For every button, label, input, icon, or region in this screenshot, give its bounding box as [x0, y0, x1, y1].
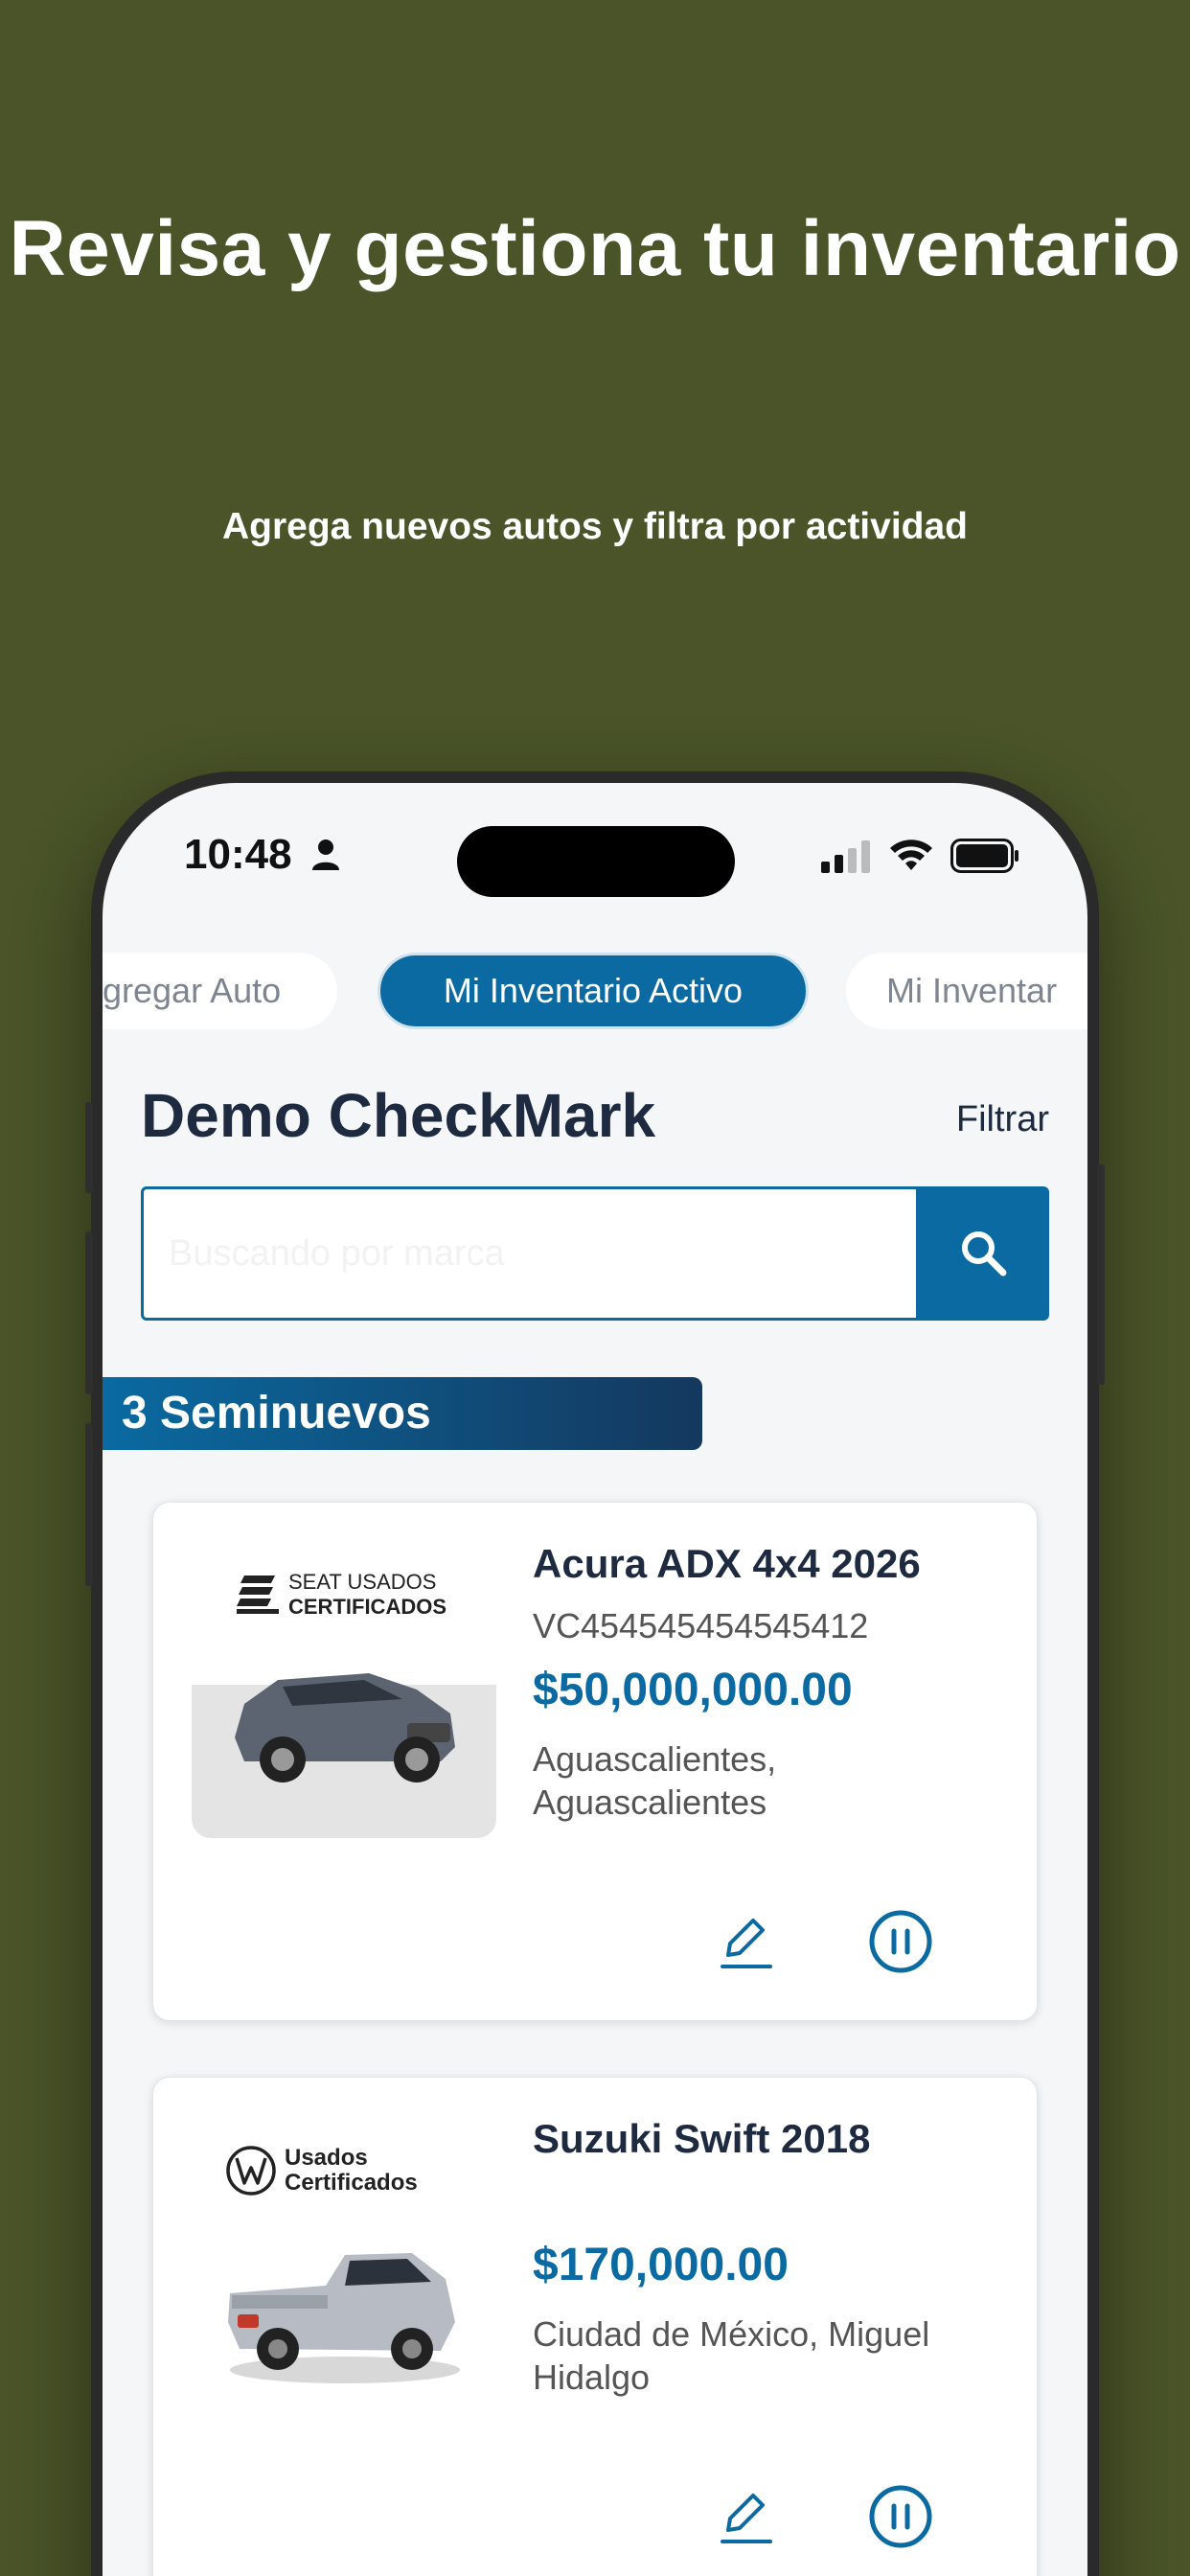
logo-text: Usados: [285, 2145, 368, 2171]
edit-icon: [721, 2494, 772, 2543]
tab-label: Mi Inventario Activo: [443, 971, 744, 1010]
tab-agregar-auto[interactable]: gregar Auto: [103, 953, 337, 1029]
logo-text: Certificados: [285, 2170, 418, 2196]
tab-bar: gregar Auto Mi Inventario Activo Mi Inve…: [103, 953, 1087, 1029]
car-location: Aguascalientes, Aguascalientes: [533, 1739, 777, 1822]
car-photo: [228, 2253, 460, 2383]
search-bar: [141, 1186, 1049, 1321]
page-title: Demo CheckMark: [141, 1081, 656, 1150]
side-button: [85, 1231, 93, 1394]
pause-button[interactable]: [862, 2478, 939, 2555]
car-vin: VC454545454545412: [533, 1606, 869, 1645]
search-button[interactable]: [919, 1186, 1049, 1321]
tab-mi-inventario[interactable]: Mi Inventar: [846, 953, 1087, 1029]
wifi-icon: [890, 840, 932, 870]
results-count-banner: 3 Seminuevos: [103, 1377, 702, 1450]
tab-mi-inventario-activo[interactable]: Mi Inventario Activo: [378, 953, 809, 1029]
filter-button[interactable]: Filtrar: [956, 1099, 1049, 1140]
car-location: Ciudad de México, Miguel Hidalgo: [533, 2314, 930, 2397]
logo-text: SEAT USADOS: [288, 1570, 437, 1594]
edit-icon: [721, 1919, 772, 1968]
pause-icon: [869, 2485, 932, 2548]
signal-icon: [821, 840, 870, 873]
side-button: [85, 1102, 93, 1193]
car-image: SEAT USADOS CERTIFICADOS: [192, 1541, 496, 1838]
status-time: 10:48: [184, 831, 292, 878]
car-price: $170,000.00: [533, 2240, 789, 2290]
edit-button[interactable]: [707, 1903, 784, 1980]
vw-logo: Usados Certificados: [225, 2145, 418, 2196]
search-input[interactable]: [141, 1186, 919, 1321]
tab-label: Mi Inventar: [886, 971, 1058, 1010]
car-photo: [235, 1673, 455, 1782]
car-name: Suzuki Swift 2018: [533, 2116, 871, 2161]
edit-button[interactable]: [707, 2478, 784, 2555]
search-icon: [962, 1231, 1007, 1276]
vw-logo-icon: [226, 2146, 276, 2196]
status-bar: 10:48: [103, 783, 1087, 936]
hero-title: Revisa y gestiona tu inventario: [9, 205, 1181, 292]
hero-subtitle: Agrega nuevos autos y filtra por activid…: [221, 506, 969, 547]
seat-logo: SEAT USADOS CERTIFICADOS: [235, 1570, 446, 1620]
car-price: $50,000,000.00: [533, 1665, 853, 1715]
car-card[interactable]: Usados Certificados Suzuki Swift 2018 $1…: [152, 2077, 1038, 2576]
battery-icon: [950, 839, 1018, 873]
seat-logo-icon: [237, 1576, 279, 1614]
logo-text: CERTIFICADOS: [288, 1595, 446, 1619]
car-name: Acura ADX 4x4 2026: [533, 1541, 921, 1586]
side-button: [1097, 1164, 1105, 1385]
car-image: Usados Certificados: [192, 2116, 496, 2413]
car-card[interactable]: SEAT USADOS CERTIFICADOS Acura ADX 4x4 2…: [152, 1502, 1038, 2021]
tab-label: gregar Auto: [103, 971, 282, 1010]
dynamic-island: [457, 826, 735, 897]
side-button: [85, 1423, 93, 1586]
app-screen: 10:48 gregar Auto Mi Inventario Activo M…: [103, 783, 1087, 2576]
pause-icon: [869, 1910, 932, 1973]
phone-frame: 10:48 gregar Auto Mi Inventario Activo M…: [85, 771, 1105, 2576]
pause-button[interactable]: [862, 1903, 939, 1980]
person-icon: [312, 840, 339, 870]
